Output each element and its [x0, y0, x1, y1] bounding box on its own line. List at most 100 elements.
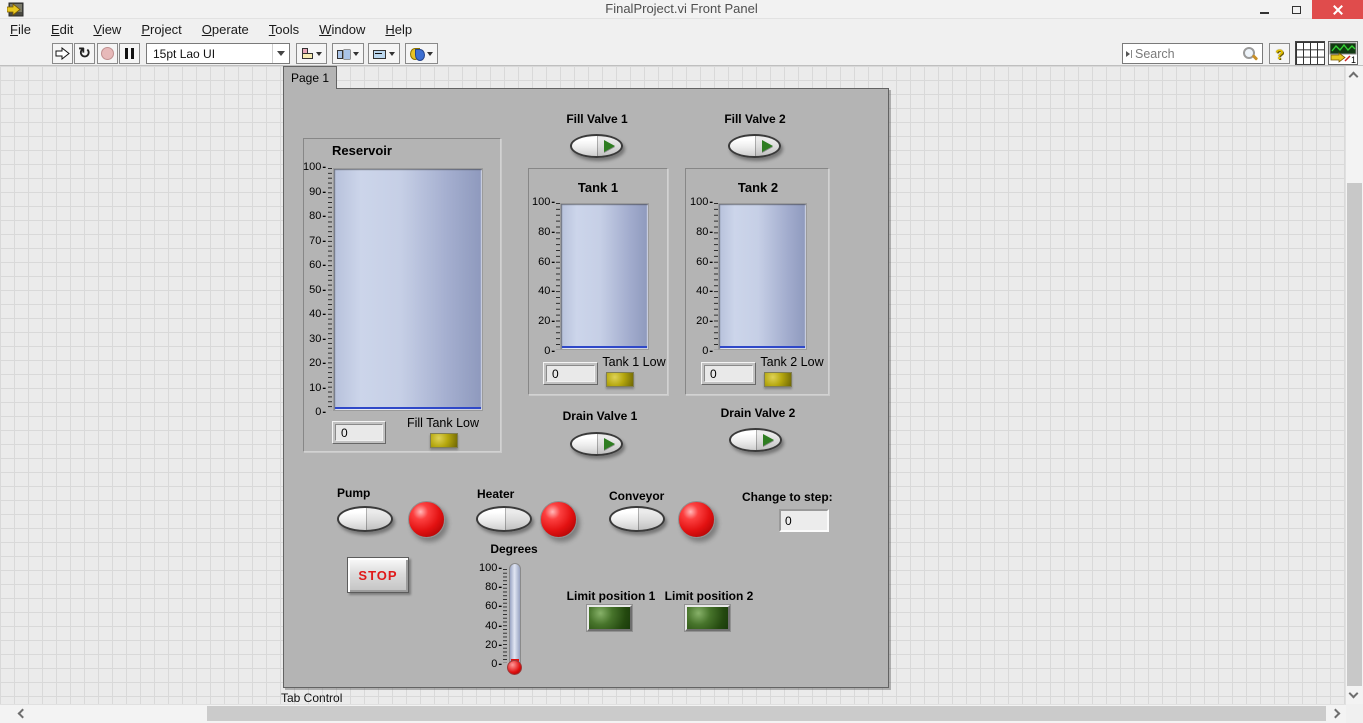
valve-arrow-icon — [763, 434, 774, 446]
tank-1-scale-label: 60 — [538, 256, 555, 268]
maximize-button[interactable] — [1280, 0, 1312, 19]
thermometer-bulb-icon — [507, 660, 522, 675]
maximize-icon — [1292, 6, 1301, 14]
reservoir-tank-indicator — [333, 168, 483, 411]
menu-item[interactable]: Tools — [259, 20, 309, 40]
tank-1-low-label: Tank 1 Low — [602, 355, 666, 369]
heater-led — [540, 501, 577, 538]
close-icon — [1333, 5, 1343, 15]
titlebar: FinalProject.vi Front Panel — [0, 0, 1363, 19]
degrees-label: Degrees — [487, 542, 541, 556]
fill-valve-1-switch[interactable] — [570, 134, 623, 158]
font-selector[interactable]: 15pt Lao UI — [146, 43, 290, 64]
valve-arrow-icon — [762, 140, 773, 152]
change-to-step-input[interactable] — [779, 509, 829, 532]
distribute-objects-button[interactable] — [332, 43, 364, 64]
chevron-down-icon — [277, 51, 285, 56]
menu-item[interactable]: Edit — [41, 20, 83, 40]
menu-item[interactable]: File — [0, 20, 41, 40]
reservoir-value-display: 0 — [332, 421, 386, 444]
degrees-scale-label: 0 — [491, 658, 502, 670]
minimize-button[interactable] — [1248, 0, 1280, 19]
reservoir-scale-label: 100 — [303, 161, 326, 173]
tank-1-title: Tank 1 — [572, 180, 624, 195]
tank-1-scale-label: 40 — [538, 285, 555, 297]
tank-2-scale-label: 60 — [696, 256, 713, 268]
tank-1-value: 0 — [546, 365, 595, 382]
connector-pane-icon[interactable] — [1295, 41, 1325, 65]
search-input[interactable] — [1135, 47, 1242, 61]
drain-valve-2-label: Drain Valve 2 — [714, 406, 802, 420]
heater-switch[interactable] — [476, 506, 532, 532]
reservoir-scale-label: 0 — [315, 406, 326, 418]
drain-valve-2-switch[interactable] — [729, 428, 782, 452]
abort-button[interactable] — [97, 43, 118, 64]
tank-2-scale-label: 80 — [696, 226, 713, 238]
tank-2-scale-label: 100 — [690, 196, 713, 208]
tank-1-low-led — [606, 372, 634, 387]
reorder-button[interactable] — [405, 43, 438, 64]
close-button[interactable] — [1312, 0, 1363, 19]
conveyor-label: Conveyor — [609, 489, 664, 503]
chevron-down-icon — [353, 52, 359, 56]
resize-objects-button[interactable] — [368, 43, 400, 64]
tank-1-scale-label: 100 — [532, 196, 555, 208]
reservoir-scale-label: 40 — [309, 308, 326, 320]
horizontal-scrollbar-thumb[interactable] — [207, 706, 1326, 721]
drain-valve-1-label: Drain Valve 1 — [556, 409, 644, 423]
pump-label: Pump — [337, 486, 370, 500]
degrees-scale-label: 60 — [485, 600, 502, 612]
fill-tank-low-label: Fill Tank Low — [404, 416, 482, 430]
tank-2-value-display: 0 — [701, 362, 756, 385]
degrees-scale-label: 80 — [485, 581, 502, 593]
menu-item[interactable]: Window — [309, 20, 375, 40]
menu-bar: FileEditViewProjectOperateToolsWindowHel… — [0, 19, 1363, 40]
degrees-scale-label: 20 — [485, 639, 502, 651]
stop-button[interactable]: STOP — [347, 557, 409, 593]
fill-valve-2-switch[interactable] — [728, 134, 781, 158]
context-help-button[interactable]: ? — [1269, 43, 1290, 64]
tank-2-scale-label: 40 — [696, 285, 713, 297]
menu-item[interactable]: View — [83, 20, 131, 40]
drain-valve-1-switch[interactable] — [570, 432, 623, 456]
tank-2-value: 0 — [704, 365, 753, 382]
tank-2-fill-level — [720, 346, 805, 348]
fill-valve-2-label: Fill Valve 2 — [716, 112, 794, 126]
vi-icon-button[interactable]: 1 — [1328, 41, 1358, 65]
pump-led — [408, 501, 445, 538]
tab-page-1[interactable]: Page 1 — [283, 66, 337, 89]
tank-1-scale-label: 20 — [538, 315, 555, 327]
conveyor-switch[interactable] — [609, 506, 665, 532]
reservoir-scale-label: 80 — [309, 210, 326, 222]
degrees-scale-label: 40 — [485, 620, 502, 632]
pause-button[interactable] — [119, 43, 140, 64]
align-objects-button[interactable] — [296, 43, 327, 64]
font-selector-dropdown[interactable] — [272, 44, 289, 63]
change-to-step-label: Change to step: — [742, 490, 833, 504]
resize-objects-icon — [373, 48, 386, 59]
stop-button-label: STOP — [358, 568, 397, 583]
tab-control-caption: Tab Control — [281, 691, 342, 705]
menu-item[interactable]: Project — [131, 20, 191, 40]
font-selector-value: 15pt Lao UI — [147, 47, 272, 61]
labview-front-panel-window: FinalProject.vi Front Panel FileEditView… — [0, 0, 1363, 723]
run-continuously-button[interactable]: ↻ — [74, 43, 95, 64]
menu-item[interactable]: Operate — [192, 20, 259, 40]
pump-switch[interactable] — [337, 506, 393, 532]
degrees-scale-label: 100 — [479, 562, 502, 574]
chevron-down-icon — [316, 52, 322, 56]
reservoir-fill-level — [335, 407, 481, 409]
distribute-objects-icon — [337, 48, 350, 59]
heater-label: Heater — [477, 487, 514, 501]
limit-position-1-label: Limit position 1 — [566, 589, 656, 603]
vertical-scrollbar-thumb[interactable] — [1347, 183, 1362, 686]
reservoir-scale-label: 20 — [309, 357, 326, 369]
run-button[interactable] — [52, 43, 73, 64]
tank-1-value-display: 0 — [543, 362, 598, 385]
menu-item[interactable]: Help — [375, 20, 422, 40]
reservoir-scale-label: 70 — [309, 235, 326, 247]
run-continuously-icon: ↻ — [78, 46, 91, 61]
chevron-down-icon — [389, 52, 395, 56]
tank-2-scale-label: 0 — [702, 345, 713, 357]
search-history-icon[interactable] — [1123, 50, 1135, 58]
